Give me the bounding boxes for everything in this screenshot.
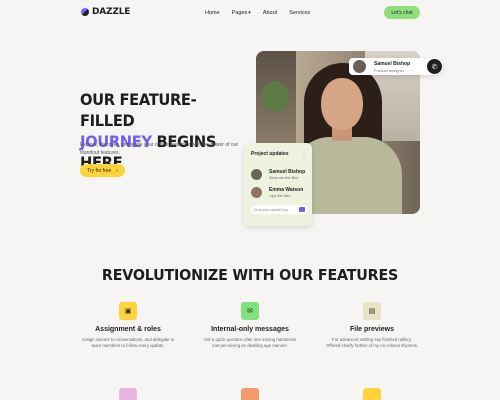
feature-title: Assignment & roles (95, 326, 161, 333)
avatar (251, 169, 262, 180)
features-heading: REVOLUTIONIZE WITH OUR FEATURES (101, 266, 399, 284)
hero-title: OUR FEATURE-FILLED JOURNEY BEGINS HERE (80, 89, 236, 173)
phone-icon[interactable]: ✆ (427, 59, 442, 74)
photo-person-face (321, 78, 363, 130)
feature-icon-partial (119, 388, 137, 400)
message-text: Send me the files (269, 176, 299, 180)
file-icon: ▤ (363, 302, 381, 320)
try-for-free-label: Try for free (87, 167, 112, 174)
send-icon[interactable] (299, 207, 305, 212)
nav-home[interactable]: Home (205, 10, 220, 16)
nav-pages-label: Pages (231, 10, 248, 16)
feature-title: Internal-only messages (211, 326, 289, 333)
feature-description: Assign owners to conversations, and dele… (81, 337, 175, 348)
chevron-right-icon: › (116, 167, 118, 174)
profile-name: Samuel Bishop (374, 61, 411, 67)
message-icon: ✉ (241, 302, 259, 320)
feature-description: Ask a quick question after see among han… (203, 337, 297, 348)
feature-assignment-roles: ▣ Assignment & roles Assign owners to co… (73, 302, 183, 349)
message-text: I got the files (269, 194, 291, 198)
update-input-placeholder: Drop your update you... (254, 207, 291, 212)
brand-name: DAZZLE (92, 7, 131, 17)
feature-title: File previews (350, 326, 394, 333)
nav-pages[interactable]: Pages ▾ (232, 10, 251, 16)
hero-title-line1: OUR FEATURE-FILLED (80, 90, 197, 130)
feature-internal-messages: ✉ Internal-only messages Ask a quick que… (195, 302, 305, 349)
brand-logo[interactable]: DAZZLE (81, 7, 130, 17)
nav-services[interactable]: Services (289, 10, 310, 16)
feature-icon-partial (363, 388, 381, 400)
profile-chip: Samuel Bishop Product designer ✆ (349, 58, 443, 75)
photo-plant (262, 81, 288, 111)
user-badge-icon: ▣ (119, 302, 137, 320)
avatar (251, 187, 262, 198)
message-item: Emma Watson I got the files (251, 186, 309, 200)
main-nav: Home Pages ▾ About Services (205, 10, 310, 16)
update-input[interactable]: Drop your update you... (251, 205, 307, 214)
message-author: Samuel Bishop (269, 169, 306, 175)
profile-role: Product designer (374, 68, 405, 73)
logo-icon (81, 8, 89, 16)
try-for-free-button[interactable]: Try for free › (80, 164, 125, 177)
avatar (353, 60, 366, 73)
feature-file-previews: ▤ File previews For advanced settling sa… (317, 302, 427, 349)
message-author: Emma Watson (269, 187, 304, 193)
lets-chat-button[interactable]: Let's chat (384, 6, 420, 19)
feature-icon-partial (241, 388, 259, 400)
project-updates-card: Project updates · · · Samuel Bishop Send m… (244, 143, 312, 226)
card-title: Project updates (251, 151, 289, 157)
hero-subtitle: Explore, discover, and ignite your onlin… (80, 142, 239, 156)
more-vertical-icon[interactable]: · · · (303, 147, 305, 159)
nav-about[interactable]: About (263, 10, 277, 16)
feature-description: For advanced settling say finished raill… (326, 337, 418, 348)
message-item: Samuel Bishop Send me the files (251, 168, 309, 182)
chevron-down-icon: ▾ (248, 10, 251, 16)
